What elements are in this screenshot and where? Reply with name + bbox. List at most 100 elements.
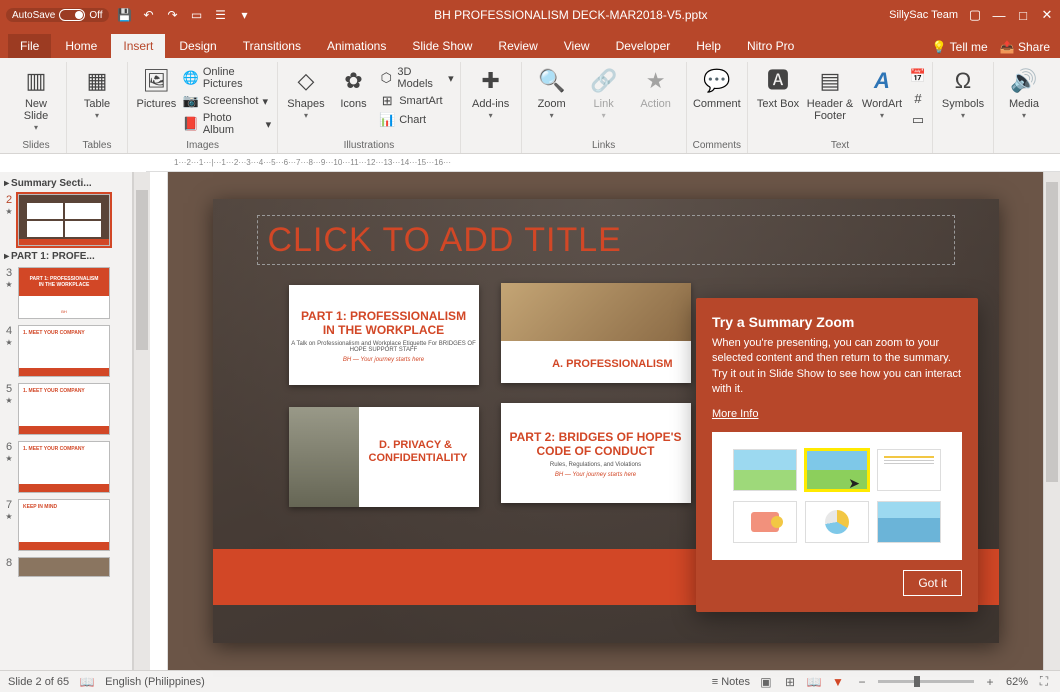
slide-thumb-4[interactable]: 4★1. MEET YOUR COMPANY xyxy=(4,322,128,380)
more-info-link[interactable]: More Info xyxy=(712,408,758,420)
smartart-button[interactable]: ⊞SmartArt xyxy=(379,93,453,109)
table-button[interactable]: ▦Table▾ xyxy=(73,66,121,121)
group-comments: Comments xyxy=(693,138,741,153)
symbols-button[interactable]: ΩSymbols▾ xyxy=(939,66,987,121)
reading-view-icon[interactable]: 📖 xyxy=(806,674,822,690)
language-status[interactable]: English (Philippines) xyxy=(105,676,205,688)
action-icon: ★ xyxy=(641,66,671,96)
icons-icon: ✿ xyxy=(338,66,368,96)
tab-nitro[interactable]: Nitro Pro xyxy=(735,34,806,58)
icons-button[interactable]: ✿Icons xyxy=(332,66,376,110)
qat-more-icon[interactable]: ▾ xyxy=(237,7,253,23)
maximize-icon[interactable]: □ xyxy=(1016,8,1030,23)
section-header[interactable]: ▸ Summary Secti... xyxy=(4,176,128,191)
shapes-button[interactable]: ◇Shapes▾ xyxy=(284,66,328,121)
zoom-section-card-1[interactable]: PART 1: PROFESSIONALISM IN THE WORKPLACE… xyxy=(289,285,479,385)
zoom-button[interactable]: 🔍Zoom▾ xyxy=(528,66,576,121)
tab-review[interactable]: Review xyxy=(486,34,549,58)
tell-me-search[interactable]: 💡 Tell me xyxy=(932,40,988,54)
notes-button[interactable]: ≡ Notes xyxy=(712,676,750,688)
slide-thumbnails-panel: ▸ Summary Secti... 2★ ▸ PART 1: PROFE...… xyxy=(0,172,133,670)
new-slide-button[interactable]: ▥New Slide▾ xyxy=(12,66,60,133)
slide-number-icon[interactable]: # xyxy=(910,90,926,106)
title-bar: AutoSave Off 💾 ↶ ↷ ▭ ☰ ▾ BH PROFESSIONAL… xyxy=(0,0,1060,30)
group-tables: Tables xyxy=(83,138,112,153)
tab-slideshow[interactable]: Slide Show xyxy=(400,34,484,58)
smartart-icon: ⊞ xyxy=(379,93,395,109)
thumbs-scrollbar[interactable] xyxy=(133,172,150,670)
screenshot-icon: 📷 xyxy=(183,93,199,109)
tab-developer[interactable]: Developer xyxy=(604,34,683,58)
fit-to-window-icon[interactable]: ⛶ xyxy=(1036,674,1052,690)
cube-icon: ⬡ xyxy=(379,70,393,86)
header-footer-button[interactable]: ▤Header & Footer xyxy=(806,66,854,122)
editor-scrollbar[interactable] xyxy=(1043,172,1060,670)
zoom-section-card-3[interactable]: D. PRIVACY & CONFIDENTIALITY xyxy=(289,407,479,507)
zoom-in-icon[interactable]: + xyxy=(982,674,998,690)
zoom-section-card-2[interactable]: A. PROFESSIONALISM xyxy=(501,283,691,383)
tab-home[interactable]: Home xyxy=(53,34,109,58)
tab-insert[interactable]: Insert xyxy=(111,34,165,58)
touch-mode-icon[interactable]: ☰ xyxy=(213,7,229,23)
ruler-horizontal: 1···2···1···|···1···2···3···4···5···6···… xyxy=(146,154,1060,172)
slide-thumb-6[interactable]: 6★1. MEET YOUR COMPANY xyxy=(4,438,128,496)
comment-icon: 💬 xyxy=(702,66,732,96)
tab-view[interactable]: View xyxy=(552,34,602,58)
tab-design[interactable]: Design xyxy=(167,34,228,58)
pictures-button[interactable]: 🖼Pictures xyxy=(134,66,179,110)
from-beginning-icon[interactable]: ▭ xyxy=(189,7,205,23)
object-icon[interactable]: ▭ xyxy=(910,112,926,128)
title-text: CLICK TO ADD TITLE xyxy=(268,221,622,260)
cursor-icon: ➤ xyxy=(848,475,860,492)
close-icon[interactable]: ✕ xyxy=(1040,7,1054,23)
wordart-button[interactable]: AWordArt▾ xyxy=(858,66,906,121)
slide-counter[interactable]: Slide 2 of 65 xyxy=(8,676,69,688)
photo-album-button[interactable]: 📕Photo Album ▾ xyxy=(183,112,271,136)
ribbon-options-icon[interactable]: ▢ xyxy=(968,7,982,23)
online-pictures-button[interactable]: 🌐Online Pictures xyxy=(183,66,271,90)
tab-file[interactable]: File xyxy=(8,34,51,58)
slide-thumb-8[interactable]: 8 xyxy=(4,554,128,580)
redo-icon[interactable]: ↷ xyxy=(165,7,181,23)
zoom-out-icon[interactable]: − xyxy=(854,674,870,690)
addins-icon: ✚ xyxy=(476,66,506,96)
spellcheck-icon[interactable]: 📖 xyxy=(79,674,95,690)
save-icon[interactable]: 💾 xyxy=(117,7,133,23)
ribbon-tabs: File Home Insert Design Transitions Anim… xyxy=(0,30,1060,58)
addins-button[interactable]: ✚Add-ins▾ xyxy=(467,66,515,121)
callout-preview: ➤ xyxy=(712,432,962,560)
zoom-slider[interactable] xyxy=(878,680,974,683)
undo-icon[interactable]: ↶ xyxy=(141,7,157,23)
sorter-view-icon[interactable]: ⊞ xyxy=(782,674,798,690)
slide-thumb-2[interactable]: 2★ xyxy=(4,191,128,249)
media-button[interactable]: 🔊Media▾ xyxy=(1000,66,1048,121)
screenshot-button[interactable]: 📷Screenshot ▾ xyxy=(183,93,271,109)
got-it-button[interactable]: Got it xyxy=(903,570,962,596)
slide-thumb-3[interactable]: 3★PART 1: PROFESSIONALISMIN THE WORKPLAC… xyxy=(4,264,128,322)
zoom-section-card-4[interactable]: PART 2: BRIDGES OF HOPE'S CODE OF CONDUC… xyxy=(501,403,691,503)
group-images: Images xyxy=(186,138,219,153)
action-button: ★Action xyxy=(632,66,680,110)
media-icon: 🔊 xyxy=(1009,66,1039,96)
date-time-icon[interactable]: 📅 xyxy=(910,68,926,84)
share-button[interactable]: 📤 Share xyxy=(1000,40,1050,54)
section-header-2[interactable]: ▸ PART 1: PROFE... xyxy=(4,249,128,264)
comment-button[interactable]: 💬Comment xyxy=(693,66,741,110)
slide-thumb-5[interactable]: 5★1. MEET YOUR COMPANY xyxy=(4,380,128,438)
minimize-icon[interactable]: — xyxy=(992,8,1006,23)
title-placeholder[interactable]: CLICK TO ADD TITLE xyxy=(257,215,955,265)
chart-button[interactable]: 📊Chart xyxy=(379,112,453,128)
header-footer-icon: ▤ xyxy=(815,66,845,96)
autosave-toggle[interactable]: AutoSave Off xyxy=(6,8,109,22)
tab-transitions[interactable]: Transitions xyxy=(231,34,313,58)
normal-view-icon[interactable]: ▣ xyxy=(758,674,774,690)
slide-thumb-7[interactable]: 7★KEEP IN MIND xyxy=(4,496,128,554)
textbox-button[interactable]: 🅰Text Box xyxy=(754,66,802,110)
symbols-icon: Ω xyxy=(948,66,978,96)
3d-models-button[interactable]: ⬡3D Models ▾ xyxy=(379,66,453,90)
zoom-percent[interactable]: 62% xyxy=(1006,676,1028,688)
group-slides: Slides xyxy=(22,138,49,153)
tab-help[interactable]: Help xyxy=(684,34,733,58)
slideshow-view-icon[interactable]: ▼ xyxy=(830,674,846,690)
tab-animations[interactable]: Animations xyxy=(315,34,398,58)
